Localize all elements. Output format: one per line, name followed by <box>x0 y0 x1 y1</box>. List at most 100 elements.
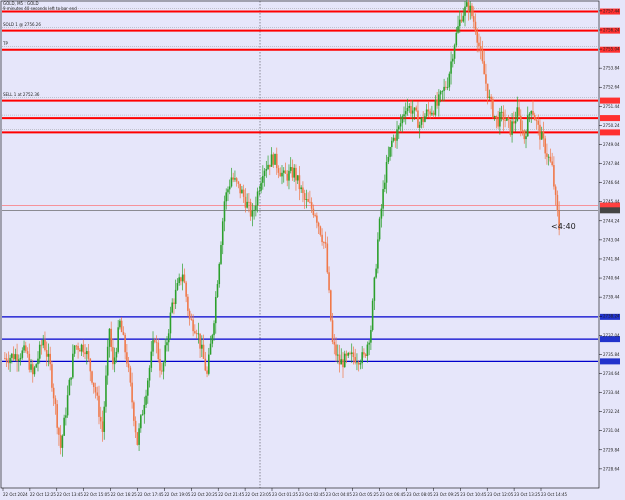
y-tick-label: 2731.04 <box>603 428 620 433</box>
candle-body <box>84 352 86 355</box>
x-tick-label: 22 Oct 17:45 <box>138 492 165 497</box>
candle-body <box>42 339 45 346</box>
candle-body <box>439 91 442 95</box>
candle-body <box>446 87 449 89</box>
candle-body <box>408 105 411 108</box>
candle-body <box>373 277 376 301</box>
candle-body <box>321 234 323 243</box>
candle-body <box>255 205 257 210</box>
candle-body <box>309 201 311 203</box>
candle-body <box>429 111 431 115</box>
candle-body <box>185 282 187 297</box>
candle-body <box>115 351 118 358</box>
candle-body <box>467 2 470 11</box>
candle-body <box>455 32 458 46</box>
candle-body <box>35 364 38 368</box>
x-tick-label: 22 Oct 19:05 <box>164 492 191 497</box>
candle-body <box>180 277 182 282</box>
level-label: TP <box>3 40 8 46</box>
candle-body <box>19 357 22 360</box>
candle-body <box>302 187 304 194</box>
candle-body <box>300 187 302 190</box>
candle-body <box>248 201 250 203</box>
candle-body <box>129 367 132 383</box>
candle-body <box>235 178 238 182</box>
candle-body <box>526 115 529 137</box>
candle-body <box>544 138 546 154</box>
candle-body <box>117 327 119 352</box>
candle-body <box>96 392 99 396</box>
candle-body <box>73 345 76 354</box>
candle-body <box>68 379 71 396</box>
candle-body <box>519 115 522 131</box>
x-tick-label: 22 Oct 2024 <box>3 492 28 497</box>
candle-body <box>204 358 207 371</box>
candle-body <box>343 353 346 368</box>
candle-body <box>174 289 177 304</box>
candle-body <box>173 302 175 304</box>
candle-body <box>361 352 363 364</box>
candle-body <box>471 5 473 17</box>
candle-body <box>263 170 266 177</box>
candle-body <box>190 319 193 320</box>
x-tick-label: 23 Oct 14:45 <box>541 492 568 497</box>
candle-body <box>281 172 283 177</box>
candle-body <box>270 154 273 167</box>
candle-body <box>452 58 454 62</box>
x-tick-label: 22 Oct 13:45 <box>57 492 84 497</box>
candle-body <box>316 215 318 223</box>
candle-body <box>244 196 247 208</box>
price-chart[interactable]: 2757.44 2756.24 2755.04 2753.84 2752.64 2751.… <box>0 0 625 500</box>
candle-body <box>486 83 489 98</box>
price-tag <box>600 358 620 365</box>
candle-body <box>30 364 32 370</box>
candle-body <box>500 111 503 113</box>
candle-body <box>206 370 208 374</box>
candle-body <box>7 361 10 364</box>
candle-body <box>211 335 214 344</box>
candle-body <box>492 99 494 118</box>
candle-body <box>391 140 393 148</box>
candle-body <box>126 352 128 364</box>
candle-body <box>44 339 46 351</box>
candle-body <box>89 358 92 372</box>
candle-body <box>553 165 555 187</box>
candle-body <box>98 395 100 417</box>
candle-body <box>122 331 125 335</box>
candle-body <box>272 154 275 165</box>
candle-body <box>242 189 245 197</box>
candle-body <box>108 328 111 347</box>
candle-body <box>551 161 553 166</box>
candle-body <box>133 402 135 421</box>
candle-body <box>511 121 513 135</box>
candle-body <box>28 353 31 370</box>
candle-body <box>453 45 456 59</box>
y-tick-label: 2743.04 <box>603 237 620 242</box>
candle-body <box>56 404 58 428</box>
candle-body <box>146 380 149 396</box>
candle-body <box>509 119 512 135</box>
candle-body <box>533 114 536 121</box>
candle-body <box>465 2 468 7</box>
level-label: SOLD 1 @ 2756.26 <box>3 21 41 27</box>
candle-body <box>37 358 39 365</box>
candle-body <box>187 296 189 311</box>
chart-canvas[interactable]: 2757.44 2756.24 2755.04 2753.84 2752.64 2751.… <box>0 0 625 500</box>
candle-body <box>140 415 142 429</box>
y-tick-label: 2756.24 <box>603 27 620 32</box>
x-tick-label: 23 Oct 13:25 <box>514 492 541 497</box>
candle-body <box>99 416 102 422</box>
candle-body <box>220 245 222 264</box>
candle-body <box>119 320 121 328</box>
candle-body <box>77 345 79 350</box>
candle-body <box>52 387 55 399</box>
y-tick-label: 2729.84 <box>603 447 620 452</box>
candle-body <box>160 370 163 372</box>
candle-body <box>171 302 173 313</box>
candle-body <box>202 344 205 359</box>
candle-body <box>507 117 510 120</box>
candle-body <box>232 177 234 180</box>
candle-body <box>556 194 559 211</box>
candle-body <box>131 382 133 403</box>
candle-body <box>418 124 421 128</box>
